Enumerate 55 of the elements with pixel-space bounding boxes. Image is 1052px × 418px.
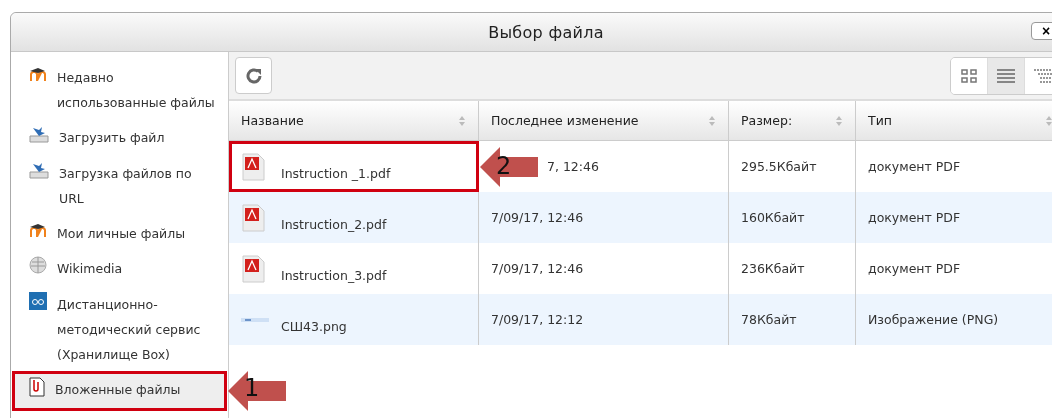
column-header[interactable]: Размер: bbox=[729, 101, 856, 141]
sort-icon bbox=[835, 114, 843, 127]
table-cell: 7/09/17, 12:12 bbox=[479, 294, 729, 345]
sidebar-item-label: Wikimedia bbox=[57, 260, 123, 278]
pdf-file-icon bbox=[241, 152, 265, 181]
table-cell: 78Кбайт bbox=[729, 294, 856, 345]
file-name: СШ43.png bbox=[281, 319, 347, 334]
view-toggle-button[interactable] bbox=[1025, 57, 1052, 94]
sidebar-item-label: Загрузить файл bbox=[59, 129, 165, 147]
sidebar-item[interactable]: Недавно использованные файлы bbox=[13, 60, 226, 120]
file-name: Instruction_3.pdf bbox=[281, 268, 387, 283]
refresh-button[interactable] bbox=[235, 57, 272, 94]
upload-icon bbox=[29, 161, 49, 179]
column-header-label: Последнее изменение bbox=[491, 113, 639, 128]
sidebar-item[interactable]: Дистанционно-методический сервис (Хранилище Box) bbox=[13, 287, 226, 372]
globe-icon bbox=[29, 256, 47, 274]
column-header-label: Название bbox=[241, 113, 304, 128]
close-button[interactable]: × bbox=[1031, 22, 1052, 40]
column-header-label: Размер: bbox=[741, 113, 793, 128]
box-logo-icon bbox=[29, 292, 47, 310]
callout-arrow: 1 bbox=[226, 369, 288, 413]
column-header[interactable]: Последнее изменение bbox=[479, 101, 729, 141]
list-view-icon bbox=[997, 68, 1015, 83]
sidebar-item[interactable]: Wikimedia bbox=[13, 251, 226, 287]
sidebar-item[interactable]: Загрузка файлов по URL bbox=[13, 156, 226, 216]
sidebar-item-label: Вложенные файлы bbox=[55, 381, 181, 399]
sort-icon bbox=[708, 114, 716, 127]
file-name: Instruction _1.pdf bbox=[281, 166, 391, 181]
moodle-icon bbox=[29, 68, 47, 82]
view-toggle-button[interactable] bbox=[951, 57, 988, 94]
image-thumbnail-icon bbox=[241, 317, 269, 322]
sidebar-item-label: Недавно использованные файлы bbox=[57, 69, 216, 112]
table-cell: Изображение (PNG) bbox=[856, 294, 1052, 345]
table-cell: документ PDF bbox=[856, 192, 1052, 243]
sort-icon bbox=[1045, 114, 1052, 127]
grid-view-icon bbox=[961, 68, 977, 83]
column-header-label: Тип bbox=[868, 113, 892, 128]
dialog-title: Выбор файла bbox=[488, 22, 604, 42]
sort-icon bbox=[458, 114, 466, 127]
view-toggle-button[interactable] bbox=[988, 57, 1025, 94]
sidebar-item-label: Дистанционно-методический сервис (Хранилище Box) bbox=[57, 296, 202, 364]
upload-icon bbox=[29, 125, 49, 143]
attachment-icon bbox=[29, 377, 45, 397]
table-cell: 160Кбайт bbox=[729, 192, 856, 243]
pdf-file-icon bbox=[241, 203, 265, 232]
file-name: Instruction_2.pdf bbox=[281, 217, 387, 232]
moodle-icon bbox=[29, 224, 47, 238]
sidebar-item-label: Мои личные файлы bbox=[57, 225, 186, 243]
tree-view-icon bbox=[1034, 68, 1052, 83]
sidebar-item[interactable]: Загрузить файл bbox=[13, 120, 226, 156]
sidebar-item[interactable]: Мои личные файлы bbox=[13, 216, 226, 251]
sidebar-item-label: Загрузка файлов по URL bbox=[59, 165, 193, 208]
column-header[interactable]: Название bbox=[229, 101, 479, 141]
table-cell: 7/09/17, 12:46 bbox=[479, 192, 729, 243]
pdf-file-icon bbox=[241, 254, 265, 283]
